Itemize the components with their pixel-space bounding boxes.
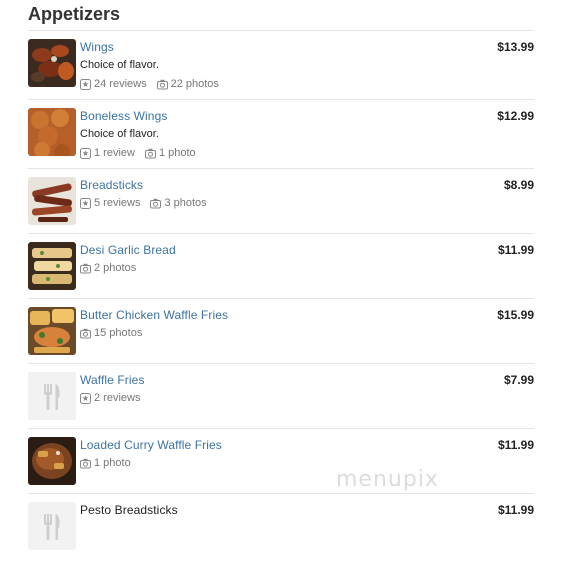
star-badge-icon [80, 78, 91, 90]
item-name-link[interactable]: Breadsticks [80, 178, 143, 192]
watermark: menupix [336, 467, 439, 492]
reviews-link[interactable]: 2 reviews [80, 392, 140, 404]
menu-item: Breadsticks 5 reviews 3 photos $8.99 [28, 168, 534, 233]
item-name-link[interactable]: Desi Garlic Bread [80, 243, 176, 257]
item-price: $12.99 [497, 109, 534, 123]
item-name-link[interactable]: Wings [80, 40, 114, 54]
item-price: $11.99 [497, 503, 534, 517]
camera-icon [80, 263, 91, 273]
menu-item: Loaded Curry Waffle Fries 1 photo $11.99 [28, 428, 534, 493]
item-name-link[interactable]: Waffle Fries [80, 373, 145, 387]
item-price: $11.99 [497, 243, 534, 257]
food-thumbnail[interactable] [28, 242, 76, 290]
food-thumbnail-placeholder [28, 502, 76, 550]
photos-link[interactable]: 1 photo [80, 457, 131, 469]
menu-item: Desi Garlic Bread 2 photos $11.99 [28, 233, 534, 298]
item-description: Choice of flavor. [80, 59, 159, 71]
reviews-link[interactable]: 1 review [80, 147, 135, 159]
photos-count: 22 photos [170, 78, 219, 90]
star-badge-icon [80, 147, 91, 159]
menu-item: Pesto Breadsticks $11.99 [28, 493, 534, 558]
camera-icon [156, 79, 168, 89]
item-name-link[interactable]: Boneless Wings [80, 109, 167, 123]
item-price: $13.99 [497, 40, 534, 54]
food-thumbnail[interactable] [28, 307, 76, 355]
fork-knife-icon [28, 372, 76, 420]
star-badge-icon [80, 392, 91, 404]
item-description: Choice of flavor. [80, 128, 159, 140]
photos-count: 1 photo [94, 457, 131, 469]
reviews-count: 5 reviews [94, 197, 141, 209]
photos-link[interactable]: 15 photos [80, 327, 142, 339]
item-meta: 1 review 1 photo [80, 147, 196, 159]
reviews-count: 24 reviews [94, 78, 147, 90]
menu-item: Wings Choice of flavor. 24 reviews 22 ph… [28, 30, 534, 99]
item-price: $11.99 [497, 438, 534, 452]
photos-link[interactable]: 3 photos [150, 197, 207, 209]
item-meta: 2 reviews [80, 392, 140, 404]
item-price: $15.99 [497, 308, 534, 322]
camera-icon [150, 198, 162, 208]
section-title: Appetizers [28, 4, 121, 24]
photos-link[interactable]: 2 photos [80, 262, 136, 274]
camera-icon [80, 328, 91, 338]
item-name: Pesto Breadsticks [80, 503, 178, 517]
food-thumbnail[interactable] [28, 437, 76, 485]
photos-count: 2 photos [94, 262, 137, 274]
menu-item: Butter Chicken Waffle Fries 15 photos $1… [28, 298, 534, 363]
photos-count: 15 photos [94, 327, 143, 339]
menu-item: Boneless Wings Choice of flavor. 1 revie… [28, 99, 534, 168]
item-meta: 1 photo [80, 457, 131, 469]
camera-icon [80, 458, 91, 468]
menu-list: Wings Choice of flavor. 24 reviews 22 ph… [28, 30, 534, 558]
item-name-link[interactable]: Butter Chicken Waffle Fries [80, 308, 228, 322]
photos-count: 3 photos [164, 197, 207, 209]
photos-link[interactable]: 1 photo [144, 147, 196, 159]
item-meta: 24 reviews 22 photos [80, 78, 219, 90]
item-meta: 15 photos [80, 327, 142, 339]
fork-knife-icon [28, 502, 76, 550]
food-thumbnail[interactable] [28, 39, 76, 87]
photos-link[interactable]: 22 photos [156, 78, 219, 90]
food-thumbnail-placeholder [28, 372, 76, 420]
menu-item: Waffle Fries 2 reviews $7.99 [28, 363, 534, 428]
item-name-link[interactable]: Loaded Curry Waffle Fries [80, 438, 222, 452]
reviews-count: 2 reviews [94, 392, 141, 404]
camera-icon [144, 148, 156, 158]
item-meta: 5 reviews 3 photos [80, 197, 207, 209]
reviews-link[interactable]: 24 reviews [80, 78, 147, 90]
photos-count: 1 photo [158, 147, 196, 159]
food-thumbnail[interactable] [28, 108, 76, 156]
item-meta: 2 photos [80, 262, 136, 274]
reviews-link[interactable]: 5 reviews [80, 197, 140, 209]
star-badge-icon [80, 197, 91, 209]
item-price: $8.99 [503, 178, 534, 192]
food-thumbnail[interactable] [28, 177, 76, 225]
item-price: $7.99 [503, 373, 534, 387]
reviews-count: 1 review [94, 147, 135, 159]
